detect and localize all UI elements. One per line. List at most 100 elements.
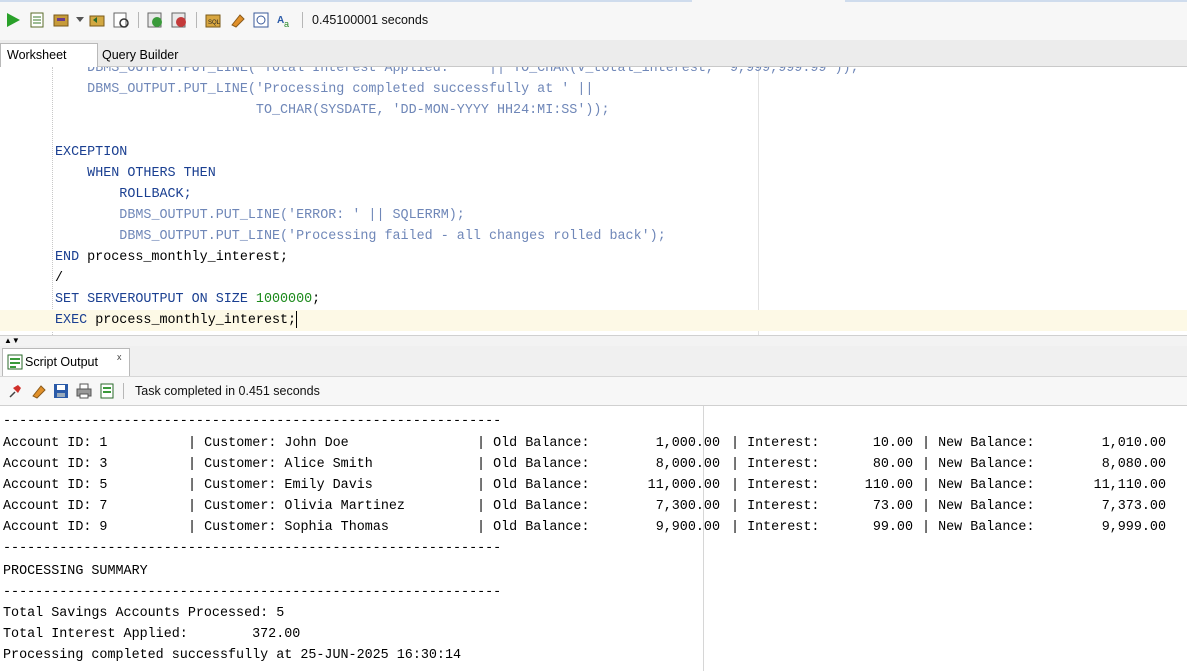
code-token: DBMS_OUTPUT.PUT_LINE('Processing failed … — [119, 229, 666, 244]
code-line[interactable]: END process_monthly_interest; — [55, 247, 288, 268]
open-file-icon[interactable] — [98, 382, 116, 400]
pin-icon[interactable] — [6, 382, 24, 400]
right-margin-line — [758, 67, 759, 335]
interest-label: | Interest: — [731, 478, 820, 493]
toolbar-icons: SQL Aa 0.45100001 seconds — [4, 9, 428, 31]
clear-icon[interactable] — [170, 11, 188, 29]
code-token: EXCEPTION — [55, 145, 128, 160]
svg-text:a: a — [284, 19, 289, 28]
interest-label: | Interest: — [731, 457, 820, 472]
commit-icon[interactable] — [52, 11, 70, 29]
customer-name: | Customer: John Doe — [188, 436, 349, 451]
new-balance-label: | New Balance: — [922, 520, 1035, 535]
old-balance-value: 8,000.00 — [655, 457, 720, 472]
eraser-icon[interactable] — [29, 382, 47, 400]
code-token: ; — [312, 292, 321, 307]
interest-value: 99.00 — [872, 520, 913, 535]
code-line[interactable]: DBMS_OUTPUT.PUT_LINE('ERROR: ' || SQLERR… — [55, 205, 465, 226]
splitter-arrows-icon[interactable]: ▲▼ — [4, 337, 20, 345]
old-balance-label: | Old Balance: — [477, 436, 590, 451]
code-token: WHEN OTHERS THEN — [87, 166, 216, 181]
old-balance-label: | Old Balance: — [477, 457, 590, 472]
print-icon[interactable] — [75, 382, 93, 400]
code-line[interactable]: TO_CHAR(SYSDATE, 'DD-MON-YYYY HH24:MI:SS… — [55, 100, 610, 121]
svg-text:SQL: SQL — [208, 20, 221, 26]
old-balance-value: 9,900.00 — [655, 520, 720, 535]
account-id: Account ID: 7 — [3, 499, 108, 514]
customer-name: | Customer: Sophia Thomas — [188, 520, 389, 535]
explain-plan-icon[interactable] — [112, 11, 130, 29]
close-icon[interactable]: x — [117, 352, 122, 362]
new-balance-label: | New Balance: — [922, 457, 1035, 472]
code-line[interactable]: DBMS_OUTPUT.PUT_LINE('Processing complet… — [55, 79, 593, 100]
interest-value: 10.00 — [872, 436, 913, 451]
new-balance-value: 7,373.00 — [1101, 499, 1166, 514]
interest-label: | Interest: — [731, 520, 820, 535]
code-token: DBMS_OUTPUT.PUT_LINE('ERROR: ' || SQLERR… — [119, 208, 465, 223]
tab-worksheet[interactable]: Worksheet — [0, 43, 98, 68]
history-icon[interactable] — [252, 11, 270, 29]
separator-line: ----------------------------------------… — [3, 414, 502, 429]
top-strip-right — [845, 0, 1187, 2]
rollback-icon[interactable] — [88, 11, 106, 29]
account-id: Account ID: 3 — [3, 457, 108, 472]
new-balance-label: | New Balance: — [922, 499, 1035, 514]
script-output-icon — [7, 354, 23, 373]
run-statement-icon[interactable] — [4, 11, 22, 29]
eraser-icon[interactable] — [228, 11, 246, 29]
code-token: TO_CHAR(SYSDATE, 'DD-MON-YYYY HH24:MI:SS… — [255, 103, 610, 118]
toolbar-separator — [138, 12, 139, 28]
top-strip — [0, 0, 692, 2]
code-line[interactable]: / — [55, 268, 63, 289]
autotrace-icon[interactable] — [146, 11, 164, 29]
run-script-icon[interactable] — [28, 11, 46, 29]
new-balance-value: 9,999.00 — [1101, 520, 1166, 535]
customer-name: | Customer: Emily Davis — [188, 478, 373, 493]
new-balance-value: 1,010.00 — [1101, 436, 1166, 451]
format-icon[interactable]: Aa — [276, 11, 294, 29]
completed-line: Processing completed successfully at 25-… — [3, 648, 462, 663]
summary-title: PROCESSING SUMMARY — [3, 564, 148, 579]
code-line[interactable]: DBMS_OUTPUT.PUT_LINE('Processing failed … — [55, 226, 666, 247]
account-id: Account ID: 5 — [3, 478, 108, 493]
new-balance-value: 11,110.00 — [1093, 478, 1166, 493]
code-line[interactable]: SET SERVEROUTPUT ON SIZE 1000000; — [55, 289, 320, 310]
code-token: ROLLBACK; — [119, 187, 192, 202]
code-line[interactable]: EXEC process_monthly_interest; — [0, 310, 1187, 331]
indent-guide — [52, 67, 53, 335]
toolbar-separator — [302, 12, 303, 28]
separator-line: ----------------------------------------… — [3, 541, 502, 556]
code-token: DBMS_OUTPUT.PUT_LINE('Total Interest App… — [87, 67, 859, 76]
code-line[interactable]: WHEN OTHERS THEN — [55, 163, 216, 184]
separator-line: ----------------------------------------… — [3, 585, 502, 600]
code-token: EXEC — [55, 313, 88, 328]
script-output-area[interactable]: ----------------------------------------… — [0, 406, 1187, 671]
output-row: Account ID: 9 | Customer: Sophia Thomas | … — [0, 517, 1187, 538]
dropdown-arrow-icon[interactable] — [76, 11, 84, 29]
save-icon[interactable] — [52, 382, 70, 400]
sql-tuning-icon[interactable]: SQL — [204, 11, 222, 29]
output-tabbar: Script Output x — [0, 346, 1187, 377]
interest-label: | Interest: — [731, 436, 820, 451]
old-balance-value: 1,000.00 — [655, 436, 720, 451]
code-editor[interactable]: DBMS_OUTPUT.PUT_LINE('Total Interest App… — [0, 67, 1187, 335]
code-token: process_monthly_interest; — [87, 313, 297, 328]
code-token: DBMS_OUTPUT.PUT_LINE('Processing complet… — [87, 82, 594, 97]
code-line[interactable]: DBMS_OUTPUT.PUT_LINE('Total Interest App… — [55, 67, 859, 79]
new-balance-label: | New Balance: — [922, 478, 1035, 493]
tab-query-builder[interactable]: Query Builder — [96, 44, 184, 66]
customer-name: | Customer: Alice Smith — [188, 457, 373, 472]
old-balance-value: 7,300.00 — [655, 499, 720, 514]
output-row: Account ID: 3 | Customer: Alice Smith | Ol… — [0, 454, 1187, 475]
code-token: / — [55, 271, 64, 286]
code-line[interactable]: ROLLBACK; — [55, 184, 192, 205]
tab-script-output[interactable]: Script Output x — [2, 348, 130, 376]
interest-value: 73.00 — [872, 499, 913, 514]
code-line[interactable]: EXCEPTION — [55, 142, 127, 163]
old-balance-label: | Old Balance: — [477, 478, 590, 493]
text-caret — [296, 310, 298, 328]
